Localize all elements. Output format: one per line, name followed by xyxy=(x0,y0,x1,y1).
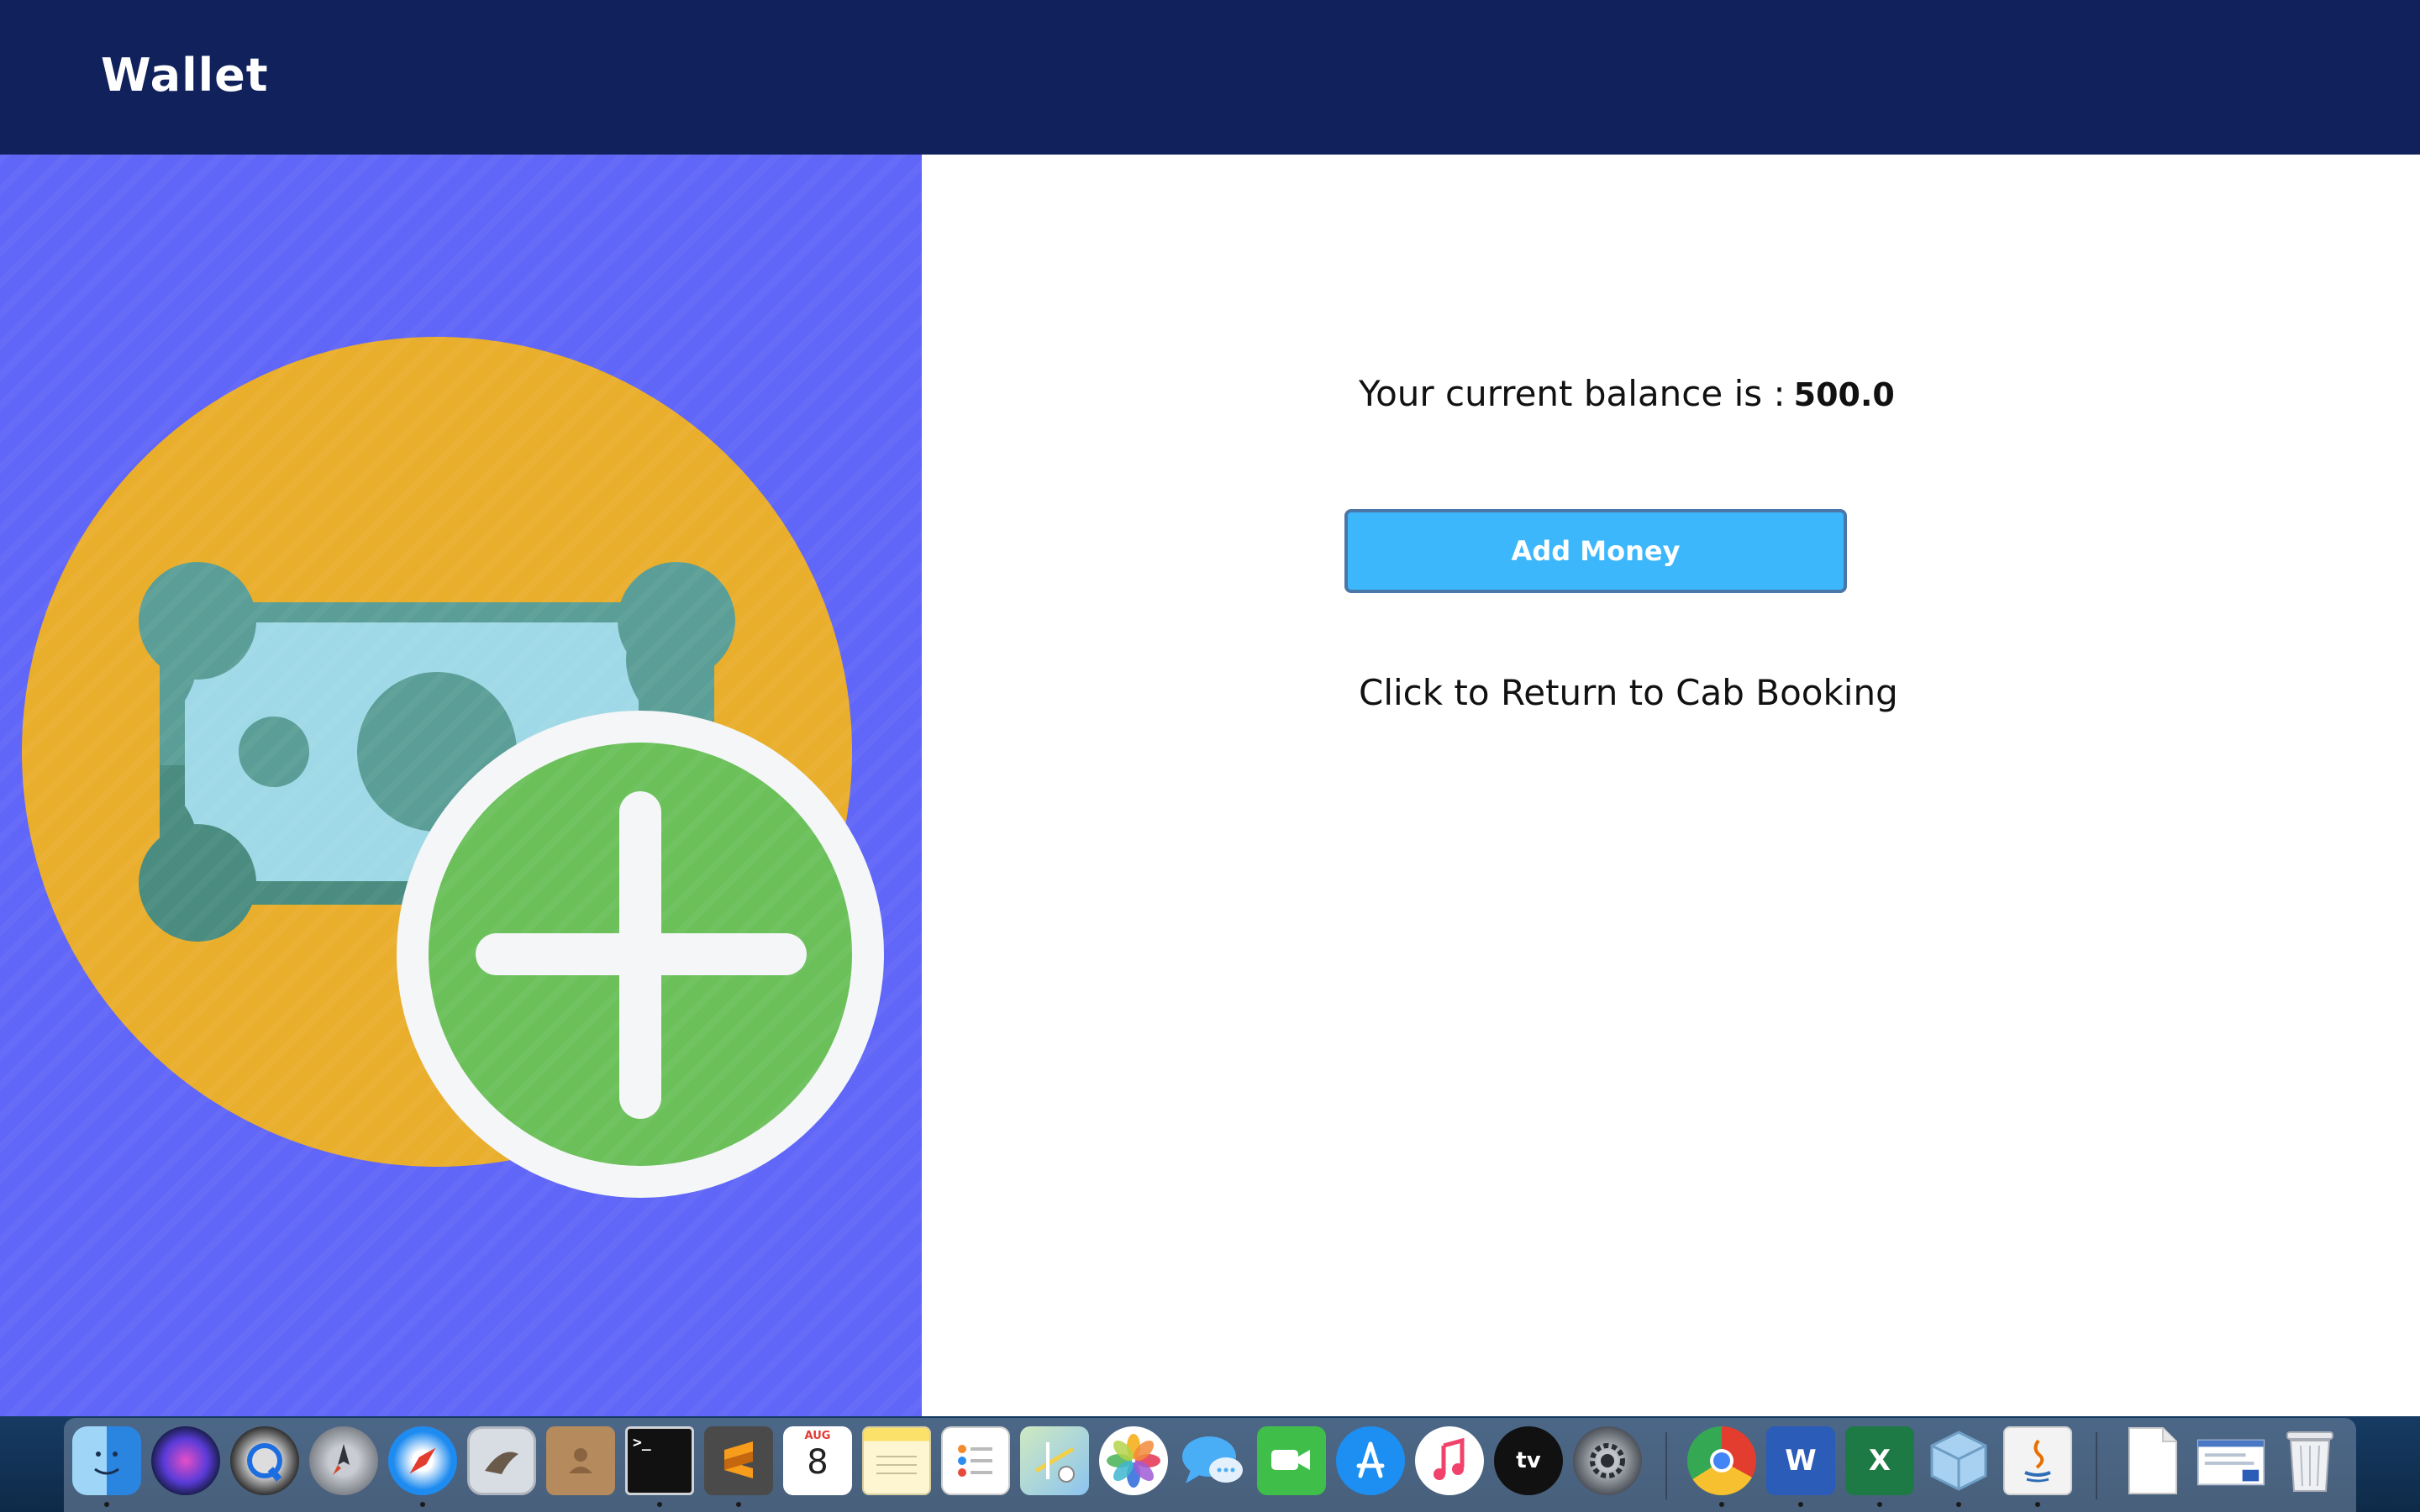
balance-line: Your current balance is :500.0 xyxy=(1359,373,1895,414)
contacts-icon[interactable] xyxy=(546,1426,615,1495)
safari-running-indicator xyxy=(420,1502,425,1507)
facetime-icon[interactable] xyxy=(1257,1426,1326,1495)
java-running-indicator xyxy=(2035,1502,2040,1507)
tv-icon[interactable]: tv xyxy=(1494,1426,1563,1495)
document-icon[interactable] xyxy=(2118,1426,2186,1495)
quicktime-icon[interactable] xyxy=(230,1426,299,1495)
maps-icon[interactable] xyxy=(1020,1426,1089,1495)
page-title: Wallet xyxy=(101,49,269,102)
terminal-icon[interactable]: >_ xyxy=(625,1426,694,1495)
balance-value: 500.0 xyxy=(1793,376,1895,413)
chrome-running-indicator xyxy=(1719,1502,1724,1507)
trash-icon[interactable] xyxy=(2275,1426,2344,1495)
calendar-month: AUG xyxy=(804,1430,831,1442)
money-add-icon xyxy=(0,155,922,1416)
siri-icon[interactable] xyxy=(151,1426,220,1495)
excel-running-indicator xyxy=(1877,1502,1882,1507)
messages-icon[interactable] xyxy=(1178,1426,1247,1495)
return-to-cab-booking-link[interactable]: Click to Return to Cab Booking xyxy=(1359,672,1898,713)
music-icon[interactable] xyxy=(1415,1426,1484,1495)
calendar-day: 8 xyxy=(807,1443,829,1482)
illustration-panel xyxy=(0,155,922,1416)
system-preferences-icon[interactable] xyxy=(1573,1426,1642,1495)
java-icon[interactable] xyxy=(2003,1426,2072,1495)
excel-icon[interactable]: X xyxy=(1845,1426,1914,1495)
wallet-window: Wallet Your current balance is: 500.0 A… xyxy=(0,0,2420,1416)
balance-label: Your current balance is : xyxy=(1359,373,1786,414)
word-document-icon[interactable] xyxy=(2196,1426,2265,1495)
virtualbox-running-indicator xyxy=(1956,1502,1961,1507)
tv-icon-label: tv xyxy=(1516,1448,1541,1473)
launchpad-icon[interactable] xyxy=(309,1426,378,1495)
finder-icon[interactable] xyxy=(72,1426,141,1495)
safari-icon[interactable] xyxy=(388,1426,457,1495)
word-running-indicator xyxy=(1798,1502,1803,1507)
dock-separator xyxy=(2096,1432,2097,1499)
calendar-icon[interactable]: AUG 8 xyxy=(783,1426,852,1495)
terminal-running-indicator xyxy=(657,1502,662,1507)
add-money-button[interactable]: Add Money xyxy=(1344,509,1847,593)
finder-running-indicator xyxy=(104,1502,109,1507)
dock-separator xyxy=(1665,1432,1667,1499)
word-icon[interactable]: W xyxy=(1766,1426,1835,1495)
wallet-content-panel xyxy=(922,155,2420,1416)
reminders-icon[interactable] xyxy=(941,1426,1010,1495)
mail-icon[interactable] xyxy=(467,1426,536,1495)
appstore-icon[interactable] xyxy=(1336,1426,1405,1495)
chrome-icon[interactable] xyxy=(1687,1426,1756,1495)
sublime-running-indicator xyxy=(736,1502,741,1507)
notes-icon[interactable] xyxy=(862,1426,931,1495)
photos-icon[interactable] xyxy=(1099,1426,1168,1495)
virtualbox-icon[interactable] xyxy=(1924,1426,1993,1495)
header-bar: Wallet xyxy=(0,0,2420,155)
sublime-icon[interactable] xyxy=(704,1426,773,1495)
